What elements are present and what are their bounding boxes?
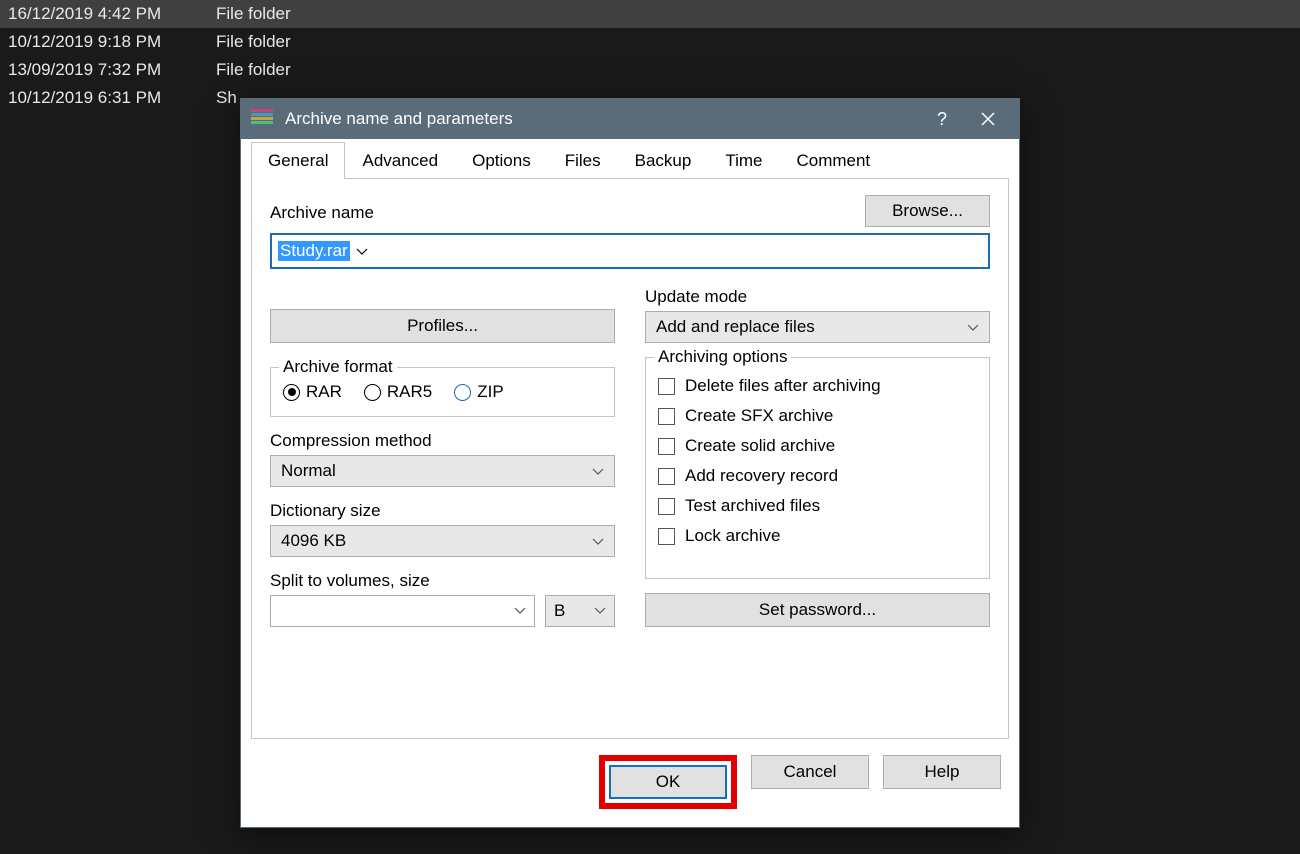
chevron-down-icon [967, 317, 979, 337]
archive-name-input[interactable]: Study.rar [270, 233, 990, 269]
checkbox-icon [658, 438, 675, 455]
radio-icon [454, 384, 471, 401]
tab-options[interactable]: Options [455, 142, 548, 179]
file-listing: 16/12/2019 4:42 PM File folder 10/12/201… [0, 0, 1300, 112]
profiles-button[interactable]: Profiles... [270, 309, 615, 343]
archive-name-label: Archive name [270, 203, 849, 223]
radio-rar[interactable]: RAR [283, 382, 342, 402]
select-value: 4096 KB [281, 531, 346, 551]
titlebar[interactable]: Archive name and parameters ? [241, 99, 1019, 139]
ok-button[interactable]: OK [609, 765, 727, 799]
checkbox-icon [658, 408, 675, 425]
radio-label: RAR5 [387, 382, 432, 402]
file-type: File folder [208, 60, 291, 80]
radio-label: RAR [306, 382, 342, 402]
file-type: File folder [208, 32, 291, 52]
update-mode-label: Update mode [645, 287, 990, 307]
ok-highlight: OK [599, 755, 737, 809]
select-value: Add and replace files [656, 317, 815, 337]
dictionary-size-label: Dictionary size [270, 501, 615, 521]
tab-general[interactable]: General [251, 142, 345, 179]
archive-dialog: Archive name and parameters ? General Ad… [240, 98, 1020, 828]
checkbox-label: Test archived files [685, 496, 820, 516]
checkbox-label: Create SFX archive [685, 406, 833, 426]
tab-advanced[interactable]: Advanced [345, 142, 455, 179]
chevron-down-icon [592, 461, 604, 481]
file-date: 10/12/2019 6:31 PM [8, 88, 208, 108]
right-column: Update mode Add and replace files Archiv… [645, 287, 990, 627]
tab-files[interactable]: Files [548, 142, 618, 179]
tab-comment[interactable]: Comment [779, 142, 887, 179]
dialog-body: General Advanced Options Files Backup Ti… [241, 139, 1019, 827]
dictionary-size-select[interactable]: 4096 KB [270, 525, 615, 557]
archive-format-label: Archive format [279, 357, 397, 377]
archive-format-group: Archive format RAR RAR5 [270, 367, 615, 417]
checkbox-lock-archive[interactable]: Lock archive [658, 526, 977, 546]
compression-method-select[interactable]: Normal [270, 455, 615, 487]
chevron-down-icon [592, 531, 604, 551]
browse-button[interactable]: Browse... [865, 195, 990, 227]
checkbox-label: Lock archive [685, 526, 780, 546]
checkbox-create-sfx[interactable]: Create SFX archive [658, 406, 977, 426]
checkbox-test-files[interactable]: Test archived files [658, 496, 977, 516]
tab-strip: General Advanced Options Files Backup Ti… [241, 141, 1019, 178]
split-unit-select[interactable]: B [545, 595, 615, 627]
chevron-down-icon[interactable] [350, 241, 374, 261]
checkbox-label: Add recovery record [685, 466, 838, 486]
left-column: Profiles... Archive format RAR RAR5 [270, 287, 615, 627]
select-value: B [554, 601, 565, 621]
checkbox-icon [658, 498, 675, 515]
file-type: File folder [208, 4, 291, 24]
checkbox-icon [658, 378, 675, 395]
checkbox-icon [658, 528, 675, 545]
file-date: 10/12/2019 9:18 PM [8, 32, 208, 52]
app-icon [251, 109, 273, 129]
file-row[interactable]: 16/12/2019 4:42 PM File folder [0, 0, 1300, 28]
file-type: Sh [208, 88, 237, 108]
radio-icon [283, 384, 300, 401]
split-volumes-label: Split to volumes, size [270, 571, 615, 591]
select-value: Normal [281, 461, 336, 481]
set-password-button[interactable]: Set password... [645, 593, 990, 627]
archiving-options-label: Archiving options [654, 347, 791, 367]
file-date: 16/12/2019 4:42 PM [8, 4, 208, 24]
split-size-input[interactable] [270, 595, 535, 627]
radio-zip[interactable]: ZIP [454, 382, 503, 402]
archiving-options-group: Archiving options Delete files after arc… [645, 357, 990, 579]
tab-backup[interactable]: Backup [618, 142, 709, 179]
cancel-button[interactable]: Cancel [751, 755, 869, 789]
tab-panel-general: Archive name Browse... Study.rar // Spec… [251, 178, 1009, 739]
help-icon[interactable]: ? [919, 99, 965, 139]
checkbox-create-solid[interactable]: Create solid archive [658, 436, 977, 456]
radio-label: ZIP [477, 382, 503, 402]
dialog-footer: OK Cancel Help [241, 749, 1019, 827]
close-icon[interactable] [965, 99, 1011, 139]
help-button[interactable]: Help [883, 755, 1001, 789]
dialog-title: Archive name and parameters [285, 109, 919, 129]
radio-icon [364, 384, 381, 401]
update-mode-select[interactable]: Add and replace files [645, 311, 990, 343]
compression-method-label: Compression method [270, 431, 615, 451]
checkbox-delete-files[interactable]: Delete files after archiving [658, 376, 977, 396]
file-row[interactable]: 13/09/2019 7:32 PM File folder [0, 56, 1300, 84]
checkbox-recovery-record[interactable]: Add recovery record [658, 466, 977, 486]
checkbox-label: Create solid archive [685, 436, 835, 456]
file-row[interactable]: 10/12/2019 9:18 PM File folder [0, 28, 1300, 56]
checkbox-icon [658, 468, 675, 485]
radio-rar5[interactable]: RAR5 [364, 382, 432, 402]
tab-time[interactable]: Time [708, 142, 779, 179]
file-date: 13/09/2019 7:32 PM [8, 60, 208, 80]
checkbox-label: Delete files after archiving [685, 376, 881, 396]
